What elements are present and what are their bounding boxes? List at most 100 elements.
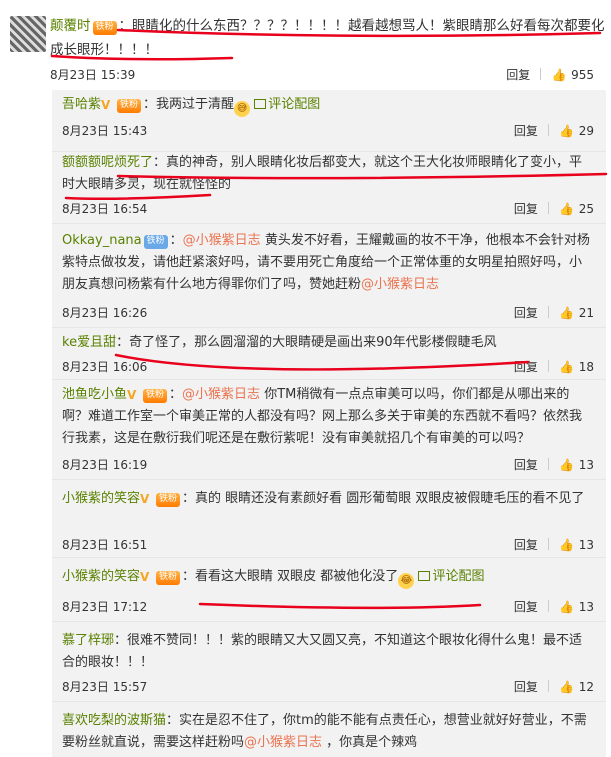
list-item: 吾哈紫V 铁粉 ：我两过于清醒 😅 评论配图 8月23日 15:43 回复 👍 29 xyxy=(52,90,606,152)
comment-actions: 回复 👍 955 xyxy=(506,66,594,83)
list-item: ke爱且甜：奇了怪了，那么圆溜溜的大眼睛硬是画出来90年代影楼假睫毛风 8月23… xyxy=(52,328,606,380)
reply-meta: 8月23日 15:57 回复 👍 12 xyxy=(62,678,594,696)
timestamp: 8月23日 15:39 xyxy=(50,68,136,82)
divider xyxy=(547,600,549,612)
reply-button[interactable]: 回复 xyxy=(506,66,530,83)
like-count: 12 xyxy=(578,680,594,694)
divider xyxy=(547,458,549,470)
thumbs-up-icon[interactable]: 👍 xyxy=(559,360,575,374)
reply-text: 小猴紫的笑容V 铁粉 ：看看这大眼睛 双眼皮 都被他化没了 😂 评论配图 xyxy=(62,566,594,589)
reply-body: ：看看这大眼睛 双眼皮 都被他化没了 xyxy=(182,569,399,584)
comment-image-label: 评论配图 xyxy=(432,569,485,584)
reply-meta: 8月23日 16:26 回复 👍 21 xyxy=(62,304,594,322)
timestamp: 8月23日 15:43 xyxy=(62,124,148,138)
timestamp: 8月23日 17:12 xyxy=(62,600,148,614)
divider xyxy=(547,680,549,692)
verified-icon: V xyxy=(101,98,111,112)
reply-text: 吾哈紫V 铁粉 ：我两过于清醒 😅 评论配图 xyxy=(62,94,594,117)
fan-badge: 铁粉 xyxy=(156,493,181,507)
like-count: 29 xyxy=(578,124,594,138)
reply-text: 额额额呢烦死了：真的神奇，别人眼睛化妆后都变大，就这个王大化妆师眼睛化了变小，平… xyxy=(62,152,594,196)
top-comment-text: 颠覆时 铁粉 ：眼睛化的什么东西？？？？！！！！越看越想骂人！紫眼睛那么好看每次都要… xyxy=(50,14,606,62)
comment-meta: 8月23日 15:39 回复 👍 955 xyxy=(50,66,606,84)
username[interactable]: 小猴紫的笑容 xyxy=(62,569,140,584)
like-count: 21 xyxy=(578,306,594,320)
reply-colon: ： xyxy=(169,233,183,248)
username[interactable]: 慕了梓琊 xyxy=(62,633,114,648)
reply-actions: 回复 👍 18 xyxy=(514,358,594,375)
reply-meta: 8月23日 16:19 回复 👍 13 xyxy=(62,456,594,474)
reply-body: ：我两过于清醒 xyxy=(143,97,235,112)
thumbs-up-icon[interactable]: 👍 xyxy=(559,600,575,614)
image-icon xyxy=(254,99,267,109)
timestamp: 8月23日 16:26 xyxy=(62,306,148,320)
reply-button[interactable]: 回复 xyxy=(514,200,538,217)
reply-actions: 回复 👍 29 xyxy=(514,122,594,139)
reply-meta: 8月23日 16:51 回复 👍 13 xyxy=(62,536,594,554)
reply-body: ：奇了怪了，那么圆溜溜的大眼睛硬是画出来90年代影楼假睫毛风 xyxy=(116,335,497,350)
divider xyxy=(547,538,549,550)
thumbs-up-icon[interactable]: 👍 xyxy=(559,202,575,216)
reply-actions: 回复 👍 12 xyxy=(514,678,594,695)
mention-link[interactable]: @小猴紫日志 xyxy=(244,735,322,750)
reply-button[interactable]: 回复 xyxy=(514,536,538,553)
reply-button[interactable]: 回复 xyxy=(514,358,538,375)
avatar[interactable] xyxy=(10,16,46,52)
reply-button[interactable]: 回复 xyxy=(514,122,538,139)
timestamp: 8月23日 16:06 xyxy=(62,360,148,374)
timestamp: 8月23日 16:51 xyxy=(62,538,148,552)
username[interactable]: 额额额呢烦死了 xyxy=(62,155,153,170)
mention-link[interactable]: @小猴紫日志 xyxy=(183,233,261,248)
thumbs-up-icon[interactable]: 👍 xyxy=(559,538,575,552)
divider xyxy=(547,202,549,214)
username[interactable]: ke爱且甜 xyxy=(62,335,116,350)
reply-actions: 回复 👍 25 xyxy=(514,200,594,217)
reply-meta: 8月23日 16:54 回复 👍 25 xyxy=(62,200,594,218)
thumbs-up-icon[interactable]: 👍 xyxy=(559,124,575,138)
emoji-icon: 😂 xyxy=(398,573,415,589)
verified-icon: V xyxy=(140,570,150,584)
mention-link[interactable]: @小猴紫日志 xyxy=(361,277,439,292)
reply-button[interactable]: 回复 xyxy=(514,678,538,695)
reply-actions: 回复 👍 21 xyxy=(514,304,594,321)
reply-button[interactable]: 回复 xyxy=(514,456,538,473)
thumbs-up-icon[interactable]: 👍 xyxy=(559,458,575,472)
reply-text: Okkay_nana 铁粉 ：@小猴紫日志 黄头发不好看，王耀戴画的妆不干净，他根本… xyxy=(62,230,594,296)
like-count: 955 xyxy=(571,68,594,82)
list-item: 小猴紫的笑容V 铁粉 ：看看这大眼睛 双眼皮 都被他化没了 😂 评论配图 8月23日 … xyxy=(52,558,606,622)
like-count: 13 xyxy=(578,458,594,472)
timestamp: 8月23日 15:57 xyxy=(62,680,148,694)
list-item: 池鱼吃小鱼V 铁粉 ：@小猴紫日志 你TM稍微有一点点审美可以吗，你们都是从哪出来的… xyxy=(52,380,606,480)
emoji-icon: 😅 xyxy=(234,101,251,117)
top-comment: 颠覆时 铁粉 ：眼睛化的什么东西？？？？！！！！越看越想骂人！紫眼睛那么好看每次都要… xyxy=(0,0,611,90)
reply-button[interactable]: 回复 xyxy=(514,304,538,321)
comment-image-link[interactable]: 评论配图 xyxy=(418,569,484,584)
thumbs-up-icon[interactable]: 👍 xyxy=(559,306,575,320)
username[interactable]: 小猴紫的笑容 xyxy=(62,491,140,506)
reply-text: 慕了梓琊：很难不赞同！！！紫的眼睛又大又圆又亮，不知道这个眼妆化得什么鬼！最不适… xyxy=(62,630,594,674)
reply-actions: 回复 👍 13 xyxy=(514,536,594,553)
thumbs-up-icon[interactable]: 👍 xyxy=(551,68,567,82)
verified-icon: V xyxy=(140,492,150,506)
reply-button[interactable]: 回复 xyxy=(514,598,538,615)
reply-meta: 8月23日 16:06 回复 👍 18 xyxy=(62,358,594,376)
divider xyxy=(547,360,549,372)
username[interactable]: 吾哈紫 xyxy=(62,97,101,112)
reply-text: 喜欢吃梨的波斯猫：实在是忍不住了，你tm的能不能有点责任心，想营业就好好营业，不… xyxy=(62,710,594,754)
thumbs-up-icon[interactable]: 👍 xyxy=(559,680,575,694)
like-count: 18 xyxy=(578,360,594,374)
list-item: 小猴紫的笑容V 铁粉 ：真的 眼睛还没有素颜好看 圆形葡萄眼 双眼皮被假睫毛压的看不… xyxy=(52,480,606,558)
verified-icon: V xyxy=(127,388,137,402)
username[interactable]: 颠覆时 xyxy=(50,18,91,34)
username[interactable]: 池鱼吃小鱼 xyxy=(62,387,127,402)
fan-badge: 铁粉 xyxy=(143,235,168,249)
username[interactable]: Okkay_nana xyxy=(62,233,142,248)
list-item: Okkay_nana 铁粉 ：@小猴紫日志 黄头发不好看，王耀戴画的妆不干净，他根本… xyxy=(52,224,606,328)
reply-meta: 8月23日 15:43 回复 👍 29 xyxy=(62,122,594,140)
reply-colon: ： xyxy=(169,387,183,402)
reply-meta: 8月23日 17:12 回复 👍 13 xyxy=(62,598,594,616)
mention-link[interactable]: @小猴紫日志 xyxy=(182,387,260,402)
comment-image-link[interactable]: 评论配图 xyxy=(254,97,320,112)
reply-list: 吾哈紫V 铁粉 ：我两过于清醒 😅 评论配图 8月23日 15:43 回复 👍 29 额… xyxy=(52,90,606,757)
username[interactable]: 喜欢吃梨的波斯猫 xyxy=(62,713,166,728)
